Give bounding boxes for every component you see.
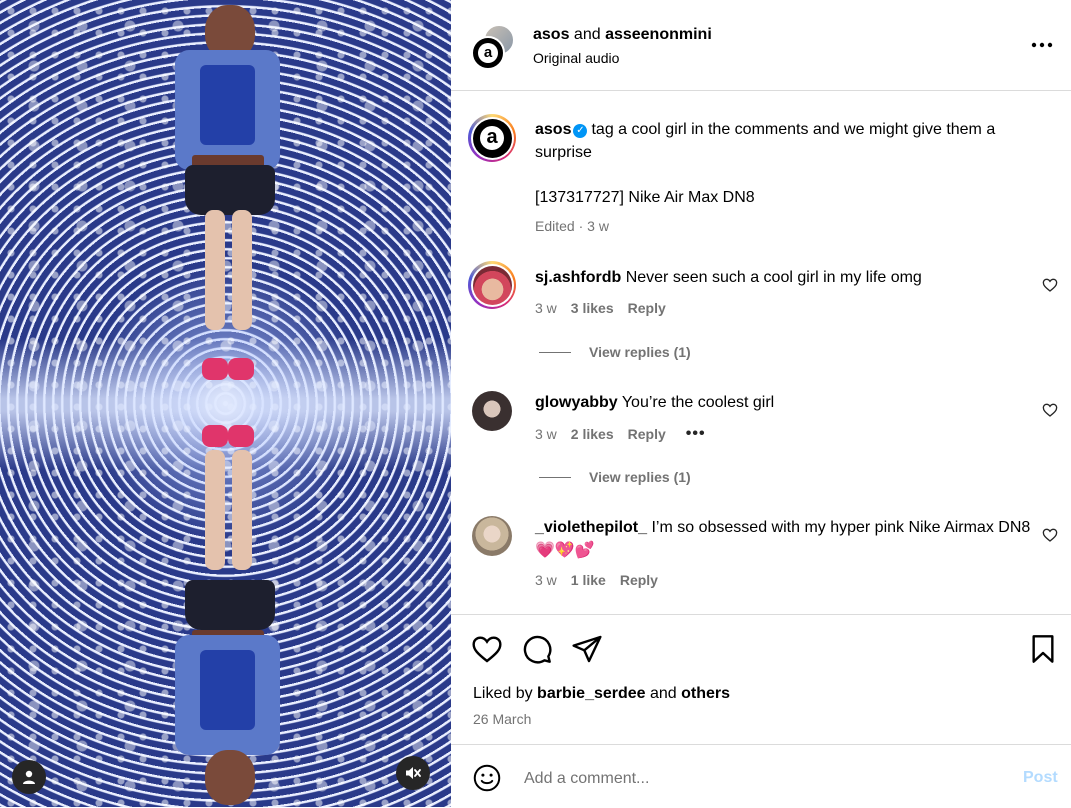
comment-likes[interactable]: 2 likes xyxy=(571,426,614,442)
comment-username[interactable]: sj.ashfordb xyxy=(535,269,621,286)
caption-avatar: a xyxy=(472,118,512,158)
post-actions: Liked by barbie_serdee and others 26 Mar… xyxy=(451,614,1071,745)
post-details-panel: a asos and asseenonmini Original audio a… xyxy=(451,0,1071,807)
comment-body: Never seen such a cool girl in my life o… xyxy=(625,269,922,286)
commenter-avatar[interactable] xyxy=(472,391,512,431)
comment-likes[interactable]: 3 likes xyxy=(571,300,614,316)
caption-text: asos ✓ tag a cool girl in the comments and… xyxy=(535,118,1045,164)
liked-by-summary: Liked by barbie_serdee and others xyxy=(473,685,730,703)
view-replies-button[interactable]: View replies (1) xyxy=(539,344,691,360)
comment-likes[interactable]: 1 like xyxy=(571,572,606,588)
caption-body: tag a cool girl in the comments and we m… xyxy=(535,121,996,161)
reply-button[interactable]: Reply xyxy=(628,426,666,442)
tagged-users-button[interactable] xyxy=(12,760,46,794)
author-avatars[interactable]: a xyxy=(471,24,515,70)
more-options-icon xyxy=(1031,42,1053,48)
view-replies-button[interactable]: View replies (1) xyxy=(539,469,691,485)
liked-by-others-link[interactable]: others xyxy=(681,685,730,702)
comment-body: You’re the coolest girl xyxy=(621,394,775,411)
model-figure xyxy=(170,0,285,390)
caption-username[interactable]: asos xyxy=(535,121,571,138)
author-link-collaborator[interactable]: asseenonmini xyxy=(605,26,712,43)
comment-avatar-story-ring[interactable] xyxy=(468,261,516,309)
comment-meta: 3 w 1 like Reply xyxy=(535,572,658,588)
heart-icon[interactable] xyxy=(1042,527,1058,543)
liked-by-joiner: and xyxy=(645,685,682,702)
comment-text: sj.ashfordb Never seen such a cool girl … xyxy=(535,266,1045,289)
comment-icon[interactable] xyxy=(521,633,553,665)
replies-divider xyxy=(539,351,571,353)
comment-username[interactable]: glowyabby xyxy=(535,394,618,411)
comment-meta: 3 w 3 likes Reply xyxy=(535,300,666,316)
audio-toggle-button[interactable] xyxy=(396,756,430,790)
post-media-video[interactable] xyxy=(0,0,451,807)
comment-age: 3 w xyxy=(535,300,557,316)
liked-by-prefix: Liked by xyxy=(473,685,538,702)
comments-list[interactable]: a asos ✓ tag a cool girl in the comments a… xyxy=(451,91,1071,614)
comment-age: 3 w xyxy=(535,572,557,588)
original-audio-link[interactable]: Original audio xyxy=(533,50,619,66)
muted-speaker-icon xyxy=(406,767,421,779)
liked-by-user-link[interactable]: barbie_serdee xyxy=(537,685,646,702)
authors-joiner: and xyxy=(569,26,606,43)
post-authors: asos and asseenonmini xyxy=(533,26,712,44)
share-icon[interactable] xyxy=(571,633,603,665)
reply-button[interactable]: Reply xyxy=(628,300,666,316)
post-date[interactable]: 26 March xyxy=(473,711,531,727)
model-reflection xyxy=(170,420,285,807)
save-bookmark-icon[interactable] xyxy=(1027,633,1059,665)
verified-badge-icon: ✓ xyxy=(573,124,588,138)
comment-username[interactable]: _violethepilot_ xyxy=(535,519,647,536)
replies-divider xyxy=(539,476,571,478)
caption-edited-age: Edited · 3 w xyxy=(535,218,609,234)
view-replies-label: View replies (1) xyxy=(589,469,691,485)
comment-meta: 3 w 2 likes Reply ••• xyxy=(535,425,706,443)
caption-product: [137317727] Nike Air Max DN8 xyxy=(535,189,755,206)
commenter-avatar xyxy=(472,265,512,305)
author-link-asos[interactable]: asos xyxy=(533,26,569,43)
more-options-button[interactable] xyxy=(1027,33,1057,57)
emoji-icon[interactable] xyxy=(473,764,501,792)
reply-button[interactable]: Reply xyxy=(620,572,658,588)
commenter-avatar[interactable] xyxy=(472,516,512,556)
heart-icon[interactable] xyxy=(471,633,503,665)
post-header: a asos and asseenonmini Original audio xyxy=(451,0,1071,91)
post-comment-button[interactable]: Post xyxy=(1023,769,1058,787)
heart-icon[interactable] xyxy=(1042,277,1058,293)
comment-age: 3 w xyxy=(535,426,557,442)
comment-composer: Post xyxy=(451,744,1071,808)
caption-avatar-story-ring[interactable]: a xyxy=(468,114,516,162)
comment-text: _violethepilot_ I’m so obsessed with my … xyxy=(535,516,1045,562)
heart-icon[interactable] xyxy=(1042,402,1058,418)
comment-text: glowyabby You’re the coolest girl xyxy=(535,391,1045,414)
caption-meta: Edited · 3 w xyxy=(535,218,609,234)
user-tag-icon xyxy=(23,770,35,784)
comment-options-button[interactable]: ••• xyxy=(686,425,706,443)
asos-avatar[interactable]: a xyxy=(471,36,505,70)
comment-input[interactable] xyxy=(522,765,1006,793)
view-replies-label: View replies (1) xyxy=(589,344,691,360)
